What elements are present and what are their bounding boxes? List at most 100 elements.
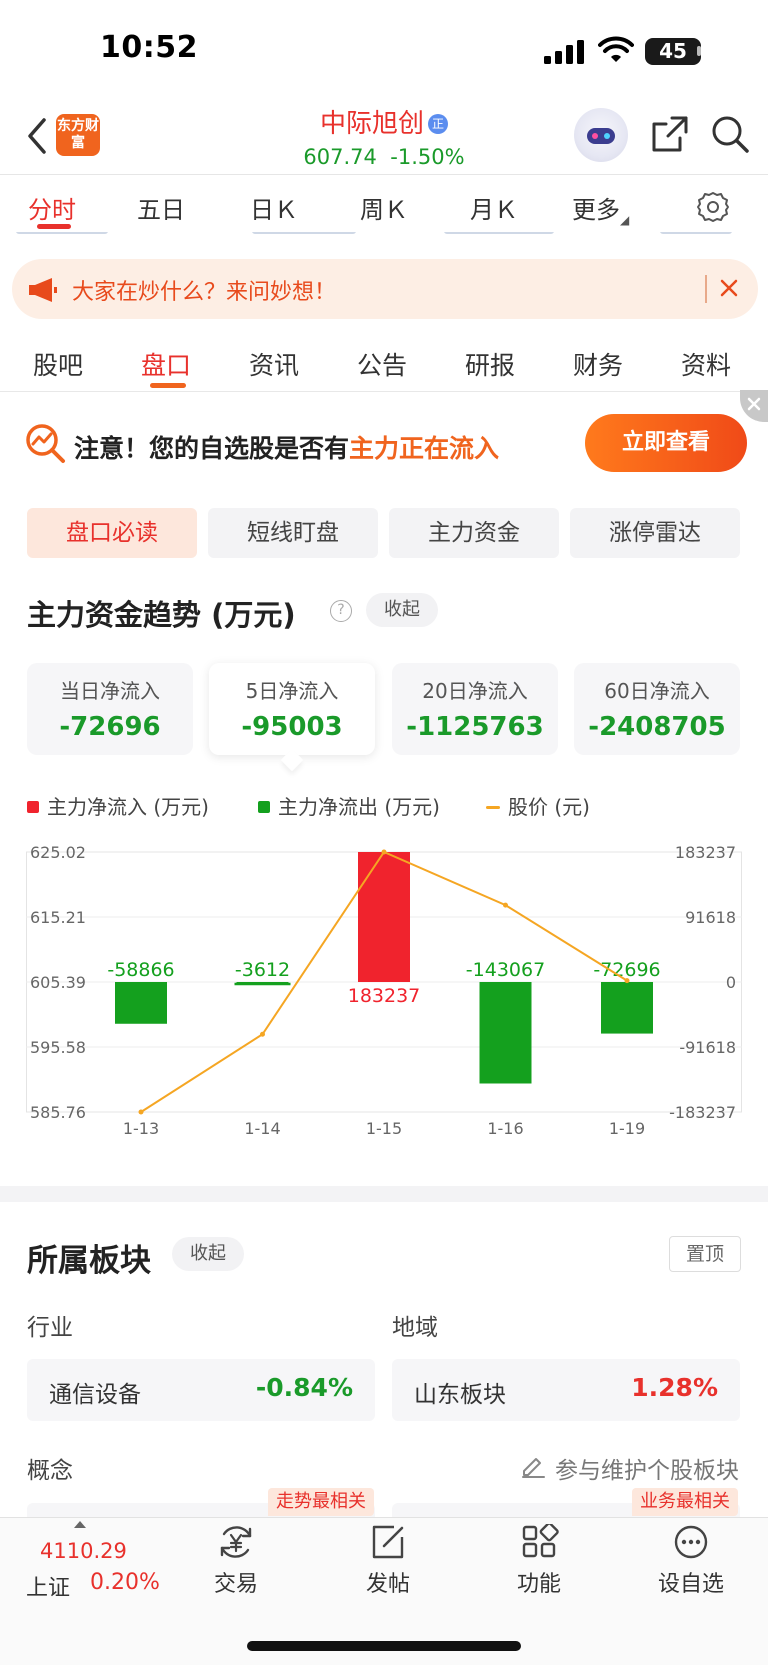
flow-bar bbox=[479, 982, 532, 1084]
maintain-sector-link[interactable]: 参与维护个股板块 bbox=[555, 1451, 739, 1485]
nav-add-watchlist[interactable]: 设自选 bbox=[641, 1524, 741, 1598]
compose-icon bbox=[372, 1525, 404, 1559]
y-right-tick-label: 0 bbox=[726, 973, 736, 992]
tab-period-more[interactable]: 更多◢ bbox=[572, 190, 629, 227]
dropdown-triangle-icon: ◢ bbox=[620, 213, 630, 227]
concept-label: 概念 bbox=[27, 1458, 73, 1484]
home-indicator bbox=[247, 1641, 521, 1651]
stat-card-60day[interactable]: 60日净流入 -2408705 bbox=[574, 663, 740, 755]
trend-magnifier-icon bbox=[26, 424, 65, 463]
stock-badge-icon: 正 bbox=[428, 114, 448, 134]
tab-section-research[interactable]: 研报 bbox=[465, 346, 515, 382]
stat-card-today[interactable]: 当日净流入 -72696 bbox=[27, 663, 193, 755]
x-tick-label: 1-14 bbox=[244, 1119, 280, 1134]
nav-trade[interactable]: 交易 bbox=[186, 1524, 286, 1598]
fund-trend-title: 主力资金趋势 (万元) bbox=[27, 598, 296, 632]
section-tabs-divider bbox=[0, 391, 768, 392]
tab-period-day-k[interactable]: 日Ｋ bbox=[250, 190, 298, 225]
index-name[interactable]: 上证 bbox=[26, 1570, 70, 1602]
y-right-tick-label: 91618 bbox=[685, 908, 736, 927]
legend-inflow: 主力净流入 (万元) bbox=[27, 791, 209, 820]
period-tab-indicator bbox=[37, 224, 71, 229]
tab-section-news[interactable]: 资讯 bbox=[249, 346, 299, 382]
stat-card-label: 60日净流入 bbox=[604, 679, 710, 703]
trade-yen-icon bbox=[220, 1526, 252, 1558]
notice-text[interactable]: 大家在炒什么？来问妙想！ bbox=[72, 274, 336, 306]
region-sector-card[interactable]: 山东板块 1.28% bbox=[392, 1359, 740, 1421]
legend-swatch bbox=[27, 801, 39, 813]
legend-swatch bbox=[486, 806, 500, 809]
stat-card-value: -95003 bbox=[241, 712, 343, 742]
tab-section-profile[interactable]: 资料 bbox=[681, 346, 731, 382]
more-dots-icon bbox=[674, 1525, 708, 1559]
tab-period-5day[interactable]: 五日 bbox=[137, 190, 185, 225]
tab-section-finance[interactable]: 财务 bbox=[573, 346, 623, 382]
megaphone-icon bbox=[29, 278, 57, 302]
flow-value-label: -58866 bbox=[107, 959, 174, 981]
tag-business-related: 业务最相关 bbox=[632, 1488, 738, 1516]
subtab-main-funds[interactable]: 主力资金 bbox=[389, 508, 559, 558]
y-right-tick-label: -183237 bbox=[669, 1103, 736, 1122]
collapse-trend-button[interactable]: 收起 bbox=[366, 593, 438, 627]
notice-separator bbox=[705, 275, 707, 303]
subtab-limit-up-radar[interactable]: 涨停雷达 bbox=[570, 508, 740, 558]
industry-label: 行业 bbox=[27, 1315, 73, 1341]
y-right-tick-label: -91618 bbox=[679, 1038, 736, 1057]
flow-bar bbox=[358, 852, 410, 982]
nav-functions-label: 功能 bbox=[516, 1572, 561, 1597]
price-point bbox=[260, 1031, 265, 1037]
tab-section-forum[interactable]: 股吧 bbox=[33, 346, 83, 382]
nav-post[interactable]: 发帖 bbox=[338, 1524, 438, 1598]
flow-bar bbox=[115, 982, 167, 1024]
y-left-tick-label: 615.21 bbox=[30, 908, 86, 927]
industry-sector-card[interactable]: 通信设备 -0.84% bbox=[27, 1359, 375, 1421]
price-point bbox=[138, 1109, 144, 1115]
scrolled-content-peek bbox=[0, 232, 768, 244]
promo-close-button[interactable] bbox=[740, 390, 768, 422]
tab-more-label: 更多 bbox=[572, 196, 620, 224]
battery-nub bbox=[697, 46, 701, 56]
tab-period-week-k[interactable]: 周Ｋ bbox=[360, 190, 408, 225]
edit-icon[interactable] bbox=[520, 1452, 546, 1478]
legend-swatch bbox=[258, 801, 270, 813]
expand-up-icon[interactable] bbox=[74, 1521, 86, 1528]
sector-title: 所属板块 bbox=[27, 1243, 151, 1279]
stat-card-5day[interactable]: 5日净流入 -95003 bbox=[209, 663, 375, 755]
status-time: 10:52 bbox=[100, 30, 198, 65]
price-point bbox=[381, 849, 387, 855]
industry-name: 通信设备 bbox=[49, 1382, 141, 1408]
stat-card-20day[interactable]: 20日净流入 -1125763 bbox=[392, 663, 558, 755]
close-icon[interactable] bbox=[716, 275, 742, 301]
x-tick-label: 1-13 bbox=[123, 1119, 159, 1134]
index-change-pct[interactable]: 0.20% bbox=[90, 1570, 160, 1595]
collapse-sector-button[interactable]: 收起 bbox=[172, 1237, 244, 1271]
x-tick-label: 1-15 bbox=[366, 1119, 402, 1134]
tab-section-handicap[interactable]: 盘口 bbox=[141, 346, 191, 382]
robot-avatar-icon[interactable] bbox=[574, 108, 628, 162]
stat-card-label: 20日净流入 bbox=[422, 679, 528, 703]
price-point bbox=[624, 978, 630, 984]
nav-add-watchlist-label: 设自选 bbox=[657, 1572, 724, 1597]
battery-indicator: 45 bbox=[645, 38, 701, 65]
region-label: 地域 bbox=[392, 1315, 438, 1341]
help-icon[interactable]: ? bbox=[330, 600, 352, 622]
x-tick-label: 1-19 bbox=[609, 1119, 645, 1134]
flow-value-label: -143067 bbox=[466, 959, 545, 981]
view-now-button[interactable]: 立即查看 bbox=[585, 414, 747, 472]
nav-functions[interactable]: 功能 bbox=[489, 1524, 589, 1598]
share-icon[interactable] bbox=[650, 114, 690, 154]
tab-period-intraday[interactable]: 分时 bbox=[28, 190, 76, 225]
index-value[interactable]: 4110.29 bbox=[40, 1539, 127, 1563]
subtab-short-term-watch[interactable]: 短线盯盘 bbox=[208, 508, 378, 558]
search-icon[interactable] bbox=[710, 114, 750, 154]
gear-icon[interactable] bbox=[696, 190, 730, 224]
pin-top-button[interactable]: 置顶 bbox=[669, 1236, 741, 1272]
stat-card-label: 当日净流入 bbox=[60, 679, 160, 703]
subtab-must-read[interactable]: 盘口必读 bbox=[27, 508, 197, 558]
y-left-tick-label: 625.02 bbox=[30, 843, 86, 862]
stat-card-value: -1125763 bbox=[406, 712, 544, 742]
tab-period-month-k[interactable]: 月Ｋ bbox=[470, 190, 518, 225]
tab-section-announcements[interactable]: 公告 bbox=[357, 346, 407, 382]
y-right-tick-label: 183237 bbox=[675, 843, 736, 862]
flow-value-label: -3612 bbox=[235, 959, 290, 981]
